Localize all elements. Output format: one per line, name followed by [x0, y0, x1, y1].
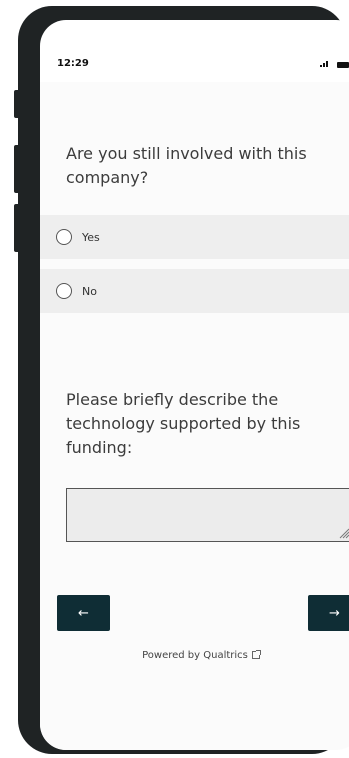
radio-icon[interactable]	[56, 229, 72, 245]
powered-by-text: Powered by Qualtrics	[142, 650, 248, 661]
question-involved: Are you still involved with this company…	[66, 144, 307, 187]
phone-screen: 12:29 Are you still involved with this c…	[40, 20, 349, 750]
radio-icon[interactable]	[56, 283, 72, 299]
back-button[interactable]: ←	[57, 595, 110, 631]
next-button[interactable]: →	[308, 595, 349, 631]
technology-textarea[interactable]	[66, 488, 349, 542]
external-link-icon	[251, 650, 261, 659]
battery-icon	[337, 62, 349, 68]
option-yes[interactable]: Yes	[40, 215, 349, 259]
option-no[interactable]: No	[40, 269, 349, 313]
signal-icon	[320, 61, 328, 67]
resize-grip-icon[interactable]	[338, 527, 349, 539]
option-label: No	[82, 284, 97, 298]
survey-content: Are you still involved with this company…	[40, 82, 349, 750]
question-technology: Please briefly describe the technology s…	[66, 390, 301, 457]
status-bar: 12:29	[40, 58, 349, 78]
status-time: 12:29	[57, 58, 89, 69]
powered-by-link[interactable]: Powered by Qualtrics	[40, 650, 349, 661]
phone-frame: 12:29 Are you still involved with this c…	[18, 6, 349, 754]
option-label: Yes	[82, 230, 100, 244]
